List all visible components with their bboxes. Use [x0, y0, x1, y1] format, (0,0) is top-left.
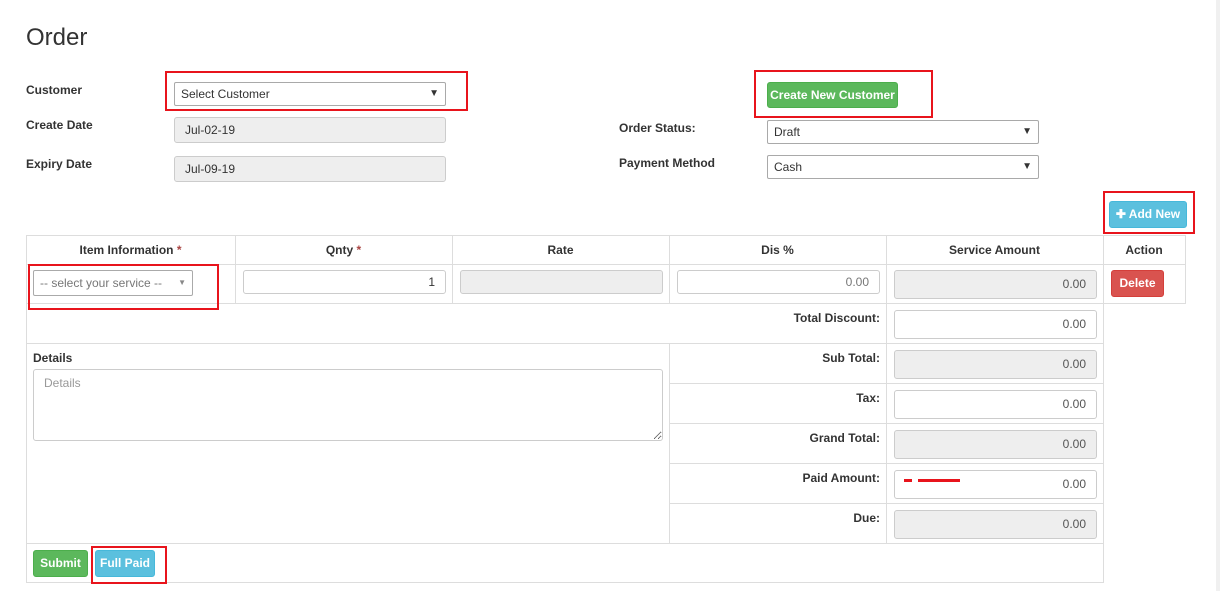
expiry-date-field: Jul-09-19 — [174, 156, 446, 182]
annotation-mark — [918, 479, 960, 482]
table-border — [886, 235, 887, 543]
sub-total-label: Sub Total: — [822, 351, 880, 365]
create-date-label: Create Date — [26, 118, 93, 132]
tax-label: Tax: — [856, 391, 880, 405]
due-label: Due: — [853, 511, 880, 525]
annotation-mark — [904, 479, 912, 482]
service-amount-field: 0.00 — [894, 270, 1097, 299]
header-qnty: Qnty * — [325, 243, 362, 257]
table-border — [26, 343, 1104, 344]
create-date-field: Jul-02-19 — [174, 117, 446, 143]
payment-method-value: Cash — [774, 160, 803, 174]
caret-down-icon: ▼ — [1022, 161, 1032, 172]
annotation-box-service — [28, 264, 219, 310]
qnty-input[interactable]: 1 — [243, 270, 446, 294]
submit-button[interactable]: Submit — [33, 550, 88, 577]
payment-method-select[interactable]: Cash ▼ — [767, 155, 1039, 179]
total-discount-label: Total Discount: — [793, 311, 880, 325]
expiry-date-label: Expiry Date — [26, 157, 93, 171]
scrollbar[interactable] — [1216, 0, 1220, 591]
header-service-amount: Service Amount — [949, 243, 1040, 257]
grand-total-field: 0.00 — [894, 430, 1097, 459]
table-border — [1185, 235, 1186, 303]
table-border — [26, 235, 27, 582]
header-action: Action — [1125, 243, 1163, 257]
grand-total-label: Grand Total: — [809, 431, 880, 445]
order-status-select[interactable]: Draft ▼ — [767, 120, 1039, 144]
annotation-box-add-new — [1103, 191, 1195, 234]
details-textarea[interactable] — [33, 369, 663, 441]
due-field: 0.00 — [894, 510, 1097, 539]
payment-method-label: Payment Method — [619, 156, 716, 170]
paid-amount-input[interactable]: 0.00 — [894, 470, 1097, 499]
annotation-box-create-customer — [754, 70, 933, 118]
sub-total-field: 0.00 — [894, 350, 1097, 379]
order-status-value: Draft — [774, 125, 801, 139]
tax-input[interactable]: 0.00 — [894, 390, 1097, 419]
order-status-label: Order Status: — [619, 121, 696, 135]
page-title: Order — [26, 24, 88, 51]
caret-down-icon: ▼ — [1022, 126, 1032, 137]
annotation-box-full-paid — [91, 546, 167, 584]
paid-amount-label: Paid Amount: — [802, 471, 880, 485]
total-discount-input[interactable]: 0.00 — [894, 310, 1097, 339]
delete-button[interactable]: Delete — [1111, 270, 1164, 297]
rate-field — [460, 270, 663, 294]
annotation-box-customer — [165, 71, 468, 111]
details-label: Details — [33, 351, 73, 365]
header-item-information: Item Information * — [79, 243, 182, 257]
table-border — [26, 543, 1104, 544]
table-border — [1103, 235, 1104, 582]
header-rate: Rate — [547, 243, 574, 257]
dis-input[interactable]: 0.00 — [677, 270, 880, 294]
header-dis: Dis % — [761, 243, 794, 257]
customer-label: Customer — [26, 83, 83, 97]
table-border — [26, 582, 1104, 583]
